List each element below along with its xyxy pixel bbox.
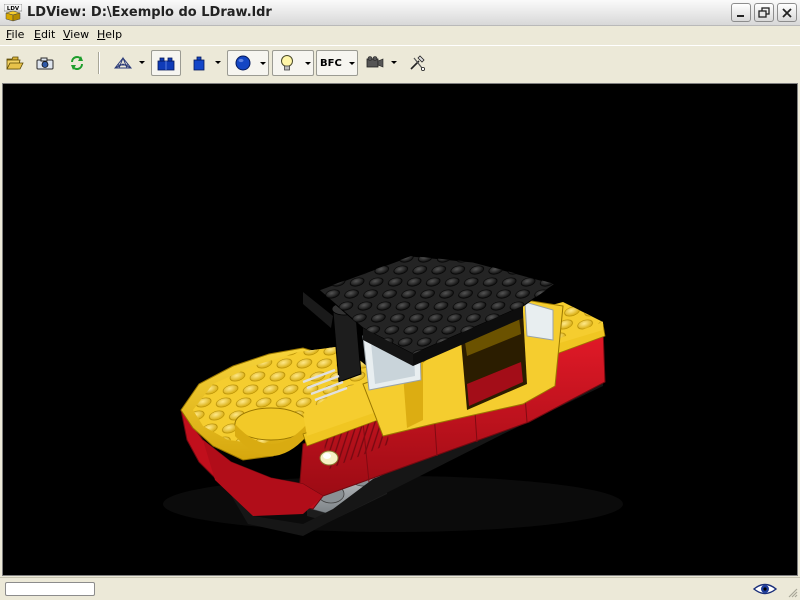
menu-bar: File Edit View Help [0,26,800,44]
chevron-down-icon[interactable] [260,62,266,66]
lighting-icon [281,55,293,71]
seams-button[interactable] [151,50,181,76]
seams-icon [157,57,175,71]
menu-view[interactable]: View [63,28,89,41]
edges-icon [193,56,205,71]
view-angle-dropdown[interactable] [389,50,399,76]
lego-train-model [163,255,623,536]
reload-button[interactable] [65,50,89,76]
toolbar-separator [98,52,100,74]
restore-icon [758,6,770,18]
bfc-icon: BFC [320,57,342,69]
chevron-down-icon [391,61,397,64]
minimize-button[interactable] [731,3,751,22]
menu-edit[interactable]: Edit [34,28,55,41]
view-angle-button[interactable] [363,50,387,76]
minimize-icon [737,14,744,17]
edges-button[interactable] [187,50,211,76]
primitive-substitution-icon [235,55,251,71]
model-viewport[interactable] [2,83,798,576]
preferences-button[interactable] [404,50,430,76]
open-folder-icon [6,56,24,70]
progress-bar [5,582,95,596]
close-icon [782,7,792,18]
wireframe-icon [113,56,133,69]
window-title: LDView: D:\Exemplo do LDraw.ldr [27,5,272,20]
restore-button[interactable] [754,3,774,22]
chevron-down-icon [215,61,221,64]
ldview-app-icon[interactable]: LDV [4,4,22,22]
eye-icon[interactable] [753,582,777,596]
status-bar [0,577,800,600]
edges-dropdown[interactable] [213,50,223,76]
chevron-down-icon[interactable] [305,62,311,66]
wireframe-dropdown[interactable] [137,50,147,76]
preferences-icon [410,55,425,71]
title-bar[interactable]: LDV LDView: D:\Exemplo do LDraw.ldr [0,0,800,26]
menu-file[interactable]: File [6,28,24,41]
resize-grip-icon[interactable] [786,586,798,598]
lighting-button[interactable] [272,50,314,76]
primitive-substitution-button[interactable] [227,50,269,76]
open-button[interactable] [3,50,27,76]
close-button[interactable] [777,3,797,22]
menu-help[interactable]: Help [97,28,122,41]
view-angle-icon [366,56,384,68]
reload-icon [71,56,83,70]
toolbar: BFC [0,45,800,81]
chevron-down-icon [139,61,145,64]
camera-snapshot-icon [36,57,54,70]
snapshot-button[interactable] [33,50,57,76]
bfc-button[interactable]: BFC [316,50,358,76]
wireframe-button[interactable] [110,50,136,76]
chevron-down-icon[interactable] [349,62,355,66]
